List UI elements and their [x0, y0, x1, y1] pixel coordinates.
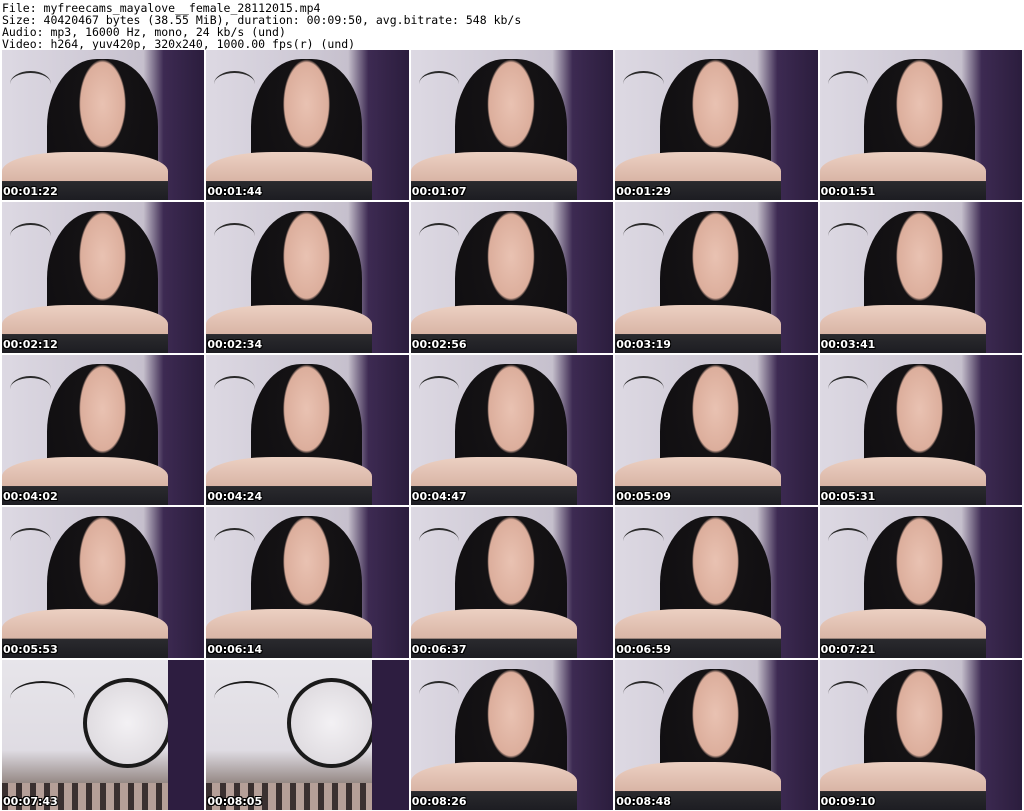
- video-thumbnail[interactable]: 00:05:53: [2, 507, 205, 658]
- thumbnail-curtain: [167, 659, 205, 810]
- timestamp-label: 00:01:22: [3, 185, 58, 199]
- thumbnail-lamp: [214, 375, 255, 402]
- video-thumbnail[interactable]: 00:02:56: [410, 202, 614, 353]
- thumbnail-lamp: [623, 680, 664, 707]
- video-thumbnail[interactable]: 00:06:37: [410, 507, 614, 658]
- timestamp-label: 00:01:44: [207, 185, 263, 199]
- thumbnail-grid: 00:01:22 00:01:44 00:01:07 00:01:29 00:01:51…: [2, 50, 1022, 810]
- timestamp-label: 00:09:10: [820, 794, 876, 808]
- timestamp-label: 00:01:07: [411, 185, 467, 199]
- thumbnail-lamp: [418, 528, 460, 554]
- thumbnail-lamp: [418, 375, 460, 402]
- thumbnail-lamp: [827, 223, 869, 249]
- thumbnail-lamp: [214, 528, 255, 554]
- timestamp-label: 00:06:14: [207, 642, 263, 656]
- video-thumbnail[interactable]: 00:04:24: [206, 354, 409, 506]
- timestamp-label: 00:03:41: [820, 337, 876, 351]
- video-thumbnail[interactable]: 00:02:12: [2, 202, 205, 353]
- video-thumbnail[interactable]: 00:08:05: [206, 659, 409, 810]
- thumbnail-lamp: [214, 71, 255, 97]
- thumbnail-lamp: [10, 223, 51, 249]
- video-thumbnail[interactable]: 00:02:34: [206, 202, 409, 353]
- thumbnail-lamp: [827, 528, 869, 554]
- video-thumbnail[interactable]: 00:05:09: [615, 354, 818, 506]
- timestamp-label: 00:07:21: [820, 642, 876, 656]
- thumbnail-lamp: [418, 71, 460, 97]
- thumbnail-lamp: [418, 680, 460, 707]
- thumbnail-lamp2: [10, 680, 75, 716]
- video-thumbnail[interactable]: 00:01:07: [410, 50, 614, 201]
- thumbnail-curtain: [372, 659, 409, 810]
- thumbnail-lamp: [623, 375, 664, 402]
- thumbnail-lamp: [827, 375, 869, 402]
- video-thumbnail[interactable]: 00:06:59: [615, 507, 818, 658]
- thumbnail-lamp: [827, 71, 869, 97]
- video-thumbnail[interactable]: 00:04:02: [2, 354, 205, 506]
- timestamp-label: 00:07:43: [3, 794, 58, 808]
- thumbnail-lamp: [623, 528, 664, 554]
- video-thumbnail[interactable]: 00:01:22: [2, 50, 205, 201]
- video-thumbnail[interactable]: 00:08:26: [410, 659, 614, 810]
- timestamp-label: 00:04:47: [411, 490, 467, 504]
- thumbnail-lamp: [418, 223, 460, 249]
- video-thumbnail[interactable]: 00:01:51: [819, 50, 1022, 201]
- timestamp-label: 00:04:02: [3, 490, 58, 504]
- thumbnail-lamp: [10, 528, 51, 554]
- thumbnail-mirror: [287, 677, 377, 769]
- timestamp-label: 00:01:29: [616, 185, 671, 199]
- video-info-line: Video: h264, yuv420p, 320x240, 1000.00 f…: [2, 37, 356, 51]
- video-thumbnail[interactable]: 00:01:29: [615, 50, 818, 201]
- thumbnail-mirror: [82, 677, 172, 769]
- thumbnail-lamp: [827, 680, 869, 707]
- timestamp-label: 00:05:31: [820, 490, 876, 504]
- video-thumbnail[interactable]: 00:01:44: [206, 50, 409, 201]
- video-thumbnail[interactable]: 00:07:43: [2, 659, 205, 810]
- video-thumbnail[interactable]: 00:03:41: [819, 202, 1022, 353]
- thumbnail-lamp: [623, 223, 664, 249]
- timestamp-label: 00:01:51: [820, 185, 876, 199]
- timestamp-label: 00:02:34: [207, 337, 263, 351]
- video-thumbnail[interactable]: 00:04:47: [410, 354, 614, 506]
- timestamp-label: 00:02:12: [3, 337, 58, 351]
- thumbnail-lamp: [214, 223, 255, 249]
- timestamp-label: 00:08:26: [411, 794, 467, 808]
- video-thumbnail[interactable]: 00:06:14: [206, 507, 409, 658]
- video-thumbnail[interactable]: 00:08:48: [615, 659, 818, 810]
- thumbnail-lamp: [10, 375, 51, 402]
- video-thumbnail[interactable]: 00:09:10: [819, 659, 1022, 810]
- thumbnail-lamp2: [214, 680, 280, 716]
- video-thumbnail[interactable]: 00:07:21: [819, 507, 1022, 658]
- video-thumbnail[interactable]: 00:05:31: [819, 354, 1022, 506]
- timestamp-label: 00:08:48: [616, 794, 671, 808]
- timestamp-label: 00:08:05: [207, 794, 263, 808]
- file-info-header: File: myfreecams_mayalove__female_281120…: [2, 2, 1022, 50]
- timestamp-label: 00:05:53: [3, 642, 58, 656]
- timestamp-label: 00:06:37: [411, 642, 467, 656]
- timestamp-label: 00:05:09: [616, 490, 671, 504]
- timestamp-label: 00:04:24: [207, 490, 263, 504]
- thumbnail-lamp: [10, 71, 51, 97]
- thumbnail-lamp: [623, 71, 664, 97]
- timestamp-label: 00:02:56: [411, 337, 467, 351]
- timestamp-label: 00:06:59: [616, 642, 671, 656]
- video-thumbnail[interactable]: 00:03:19: [615, 202, 818, 353]
- timestamp-label: 00:03:19: [616, 337, 671, 351]
